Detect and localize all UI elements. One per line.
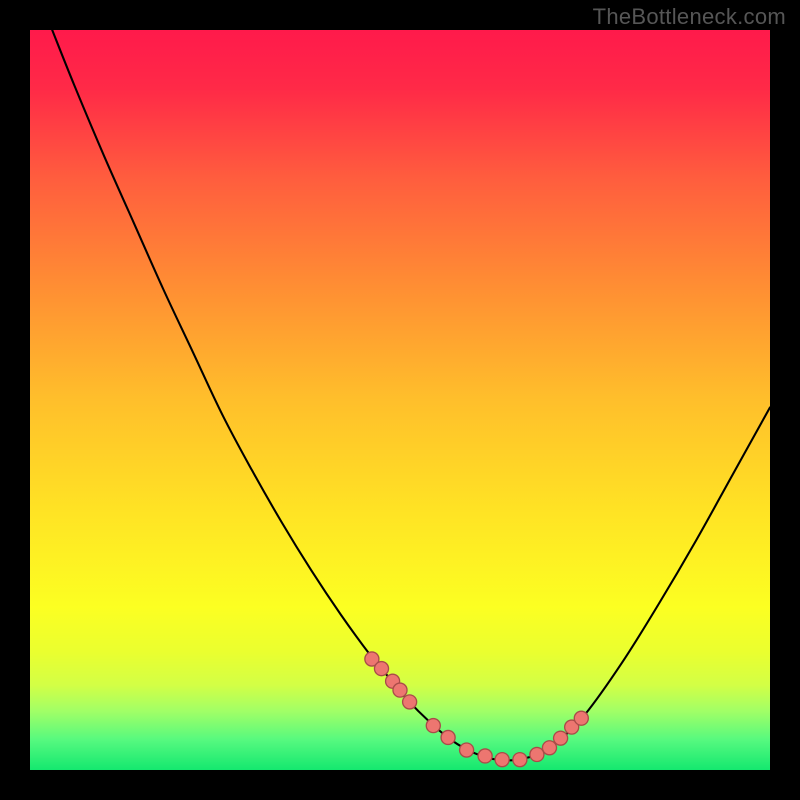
highlight-point (574, 711, 588, 725)
curve-layer (30, 30, 770, 770)
site-watermark: TheBottleneck.com (593, 4, 786, 30)
highlight-point (554, 731, 568, 745)
chart-container: TheBottleneck.com (0, 0, 800, 800)
highlight-point (530, 747, 544, 761)
highlight-point (441, 730, 455, 744)
bottleneck-curve (52, 30, 770, 761)
highlight-point (542, 741, 556, 755)
plot-area (30, 30, 770, 770)
highlight-point (460, 743, 474, 757)
highlight-point (374, 662, 388, 676)
highlight-points (365, 652, 588, 767)
highlight-point (426, 719, 440, 733)
highlight-point (403, 695, 417, 709)
highlight-point (513, 753, 527, 767)
highlight-point (495, 753, 509, 767)
highlight-point (478, 749, 492, 763)
highlight-point (393, 683, 407, 697)
